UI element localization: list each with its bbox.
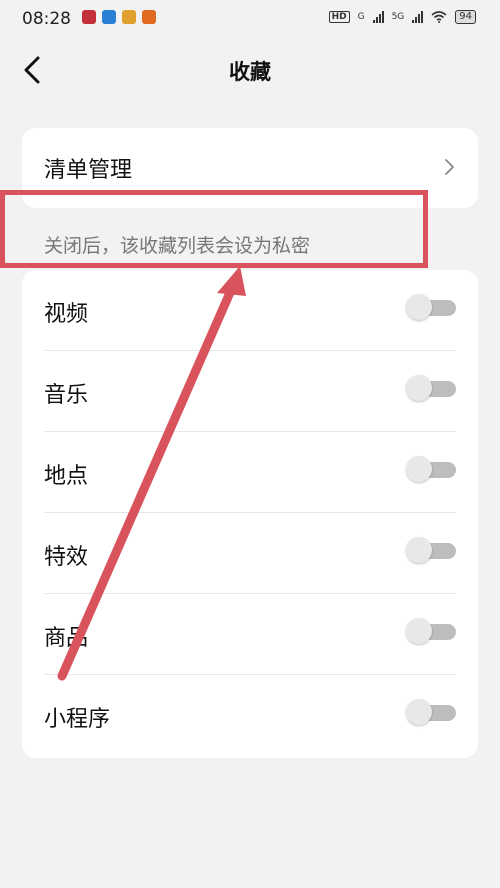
privacy-hint: 关闭后，该收藏列表会设为私密	[44, 235, 311, 257]
manage-list-button[interactable]: 清单管理	[22, 128, 478, 208]
page-title: 收藏	[229, 60, 271, 84]
toggle-knob	[406, 456, 432, 482]
network-label-5g: 5G	[391, 12, 405, 22]
manage-card: 清单管理	[22, 128, 478, 208]
app-notification-icon	[82, 10, 96, 24]
status-bar: 08:28 HD G 5G 94	[0, 0, 500, 38]
video-toggle[interactable]	[406, 294, 456, 320]
toggle-knob	[406, 618, 432, 644]
list-item-location: 地点	[44, 432, 478, 513]
list-item-label: 音乐	[44, 383, 89, 408]
category-list-card: 视频 音乐 地点 特效 商品 小程序	[22, 270, 478, 758]
toggle-knob	[406, 537, 432, 563]
list-item-products: 商品	[44, 594, 478, 675]
location-toggle[interactable]	[406, 456, 456, 482]
products-toggle[interactable]	[406, 618, 456, 644]
effects-toggle[interactable]	[406, 537, 456, 563]
toggle-knob	[406, 294, 432, 320]
hd-icon: HD	[328, 11, 350, 23]
list-item-music: 音乐	[44, 351, 478, 432]
list-item-label: 视频	[44, 302, 89, 327]
battery-icon: 94	[455, 10, 476, 24]
system-icons: HD G 5G 94	[328, 10, 476, 24]
list-item-video: 视频	[44, 270, 478, 351]
list-item-label: 小程序	[44, 707, 111, 732]
app-notification-icon	[102, 10, 116, 24]
signal-icon-5g	[412, 11, 424, 23]
notification-icons	[82, 10, 156, 24]
app-notification-icon	[142, 10, 156, 24]
wifi-icon	[431, 11, 447, 23]
mini-program-toggle[interactable]	[406, 699, 456, 725]
list-item-label: 商品	[44, 626, 89, 651]
network-label: G	[357, 12, 365, 22]
app-notification-icon	[122, 10, 136, 24]
manage-list-label: 清单管理	[44, 158, 133, 183]
list-item-label: 地点	[44, 464, 89, 489]
list-item-effects: 特效	[44, 513, 478, 594]
nav-bar: 收藏	[0, 38, 500, 102]
toggle-knob	[406, 375, 432, 401]
signal-icon	[372, 11, 384, 23]
toggle-knob	[406, 699, 432, 725]
list-item-label: 特效	[44, 545, 89, 570]
music-toggle[interactable]	[406, 375, 456, 401]
list-item-mini-program: 小程序	[44, 675, 478, 756]
chevron-right-icon	[445, 159, 454, 175]
status-time: 08:28	[22, 9, 71, 29]
